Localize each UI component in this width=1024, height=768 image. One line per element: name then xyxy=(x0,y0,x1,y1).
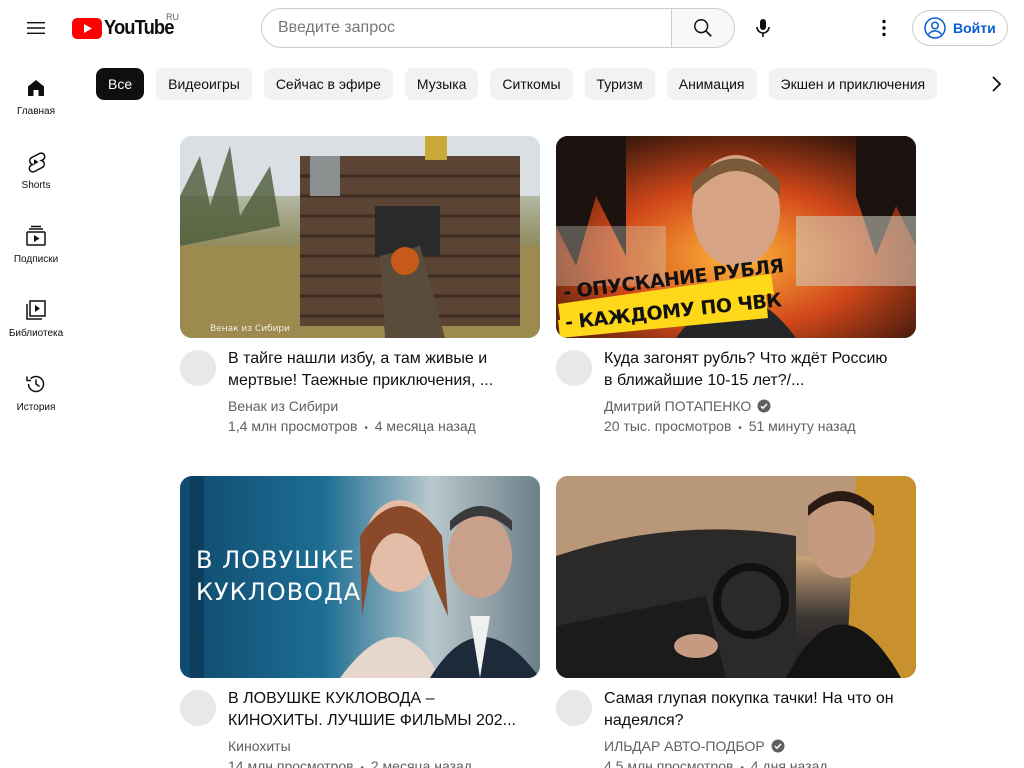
channel-name[interactable]: ИЛЬДАР АВТО-ПОДБОР xyxy=(604,738,785,754)
channel-name-text: Кинохиты xyxy=(228,738,291,754)
sidebar-item-label: Подписки xyxy=(13,254,59,265)
sidebar-item-label: Shorts xyxy=(21,180,51,191)
verified-badge-icon xyxy=(757,399,771,413)
sidebar-item-shorts[interactable]: Shorts xyxy=(0,130,72,204)
chips-next-button[interactable] xyxy=(976,64,1016,104)
video-title[interactable]: Куда загонят рубль? Что ждёт Россию в бл… xyxy=(604,348,896,392)
upload-age: 4 месяца назад xyxy=(374,418,476,434)
view-count: 4,5 млн просмотров xyxy=(604,758,734,768)
chip-action-adventure[interactable]: Экшен и приключения xyxy=(768,68,938,100)
account-icon xyxy=(924,17,946,39)
sidebar-item-home[interactable]: Главная xyxy=(0,56,72,130)
search-icon xyxy=(694,19,712,37)
chip-all[interactable]: Все xyxy=(96,68,145,100)
youtube-logo[interactable]: YouTube RU xyxy=(72,12,180,41)
channel-avatar[interactable] xyxy=(556,690,592,726)
sign-in-button[interactable]: Войти xyxy=(912,10,1008,46)
video-card[interactable]: В ЛОВУШКЕ КУКЛОВОДА В ЛОВУШКЕ КУКЛОВОДА … xyxy=(180,476,540,768)
shorts-icon xyxy=(28,152,46,173)
thumbnail-headline-1: В ЛОВУШКЕ xyxy=(196,546,355,574)
sidebar-item-label: Библиотека xyxy=(8,328,64,339)
video-title[interactable]: Самая глупая покупка тачки! На что он на… xyxy=(604,688,896,732)
channel-name-text: ИЛЬДАР АВТО-ПОДБОР xyxy=(604,738,765,754)
subscriptions-icon xyxy=(26,225,46,246)
video-thumbnail[interactable]: - ОПУСКАНИЕ РУБЛЯ - КАЖДОМУ ПО ЧВК xyxy=(556,136,916,338)
video-meta: 14 млн просмотров • 2 месяца назад xyxy=(228,758,472,768)
video-card[interactable]: Венак из Сибири В тайге нашли избу, а та… xyxy=(180,136,540,434)
meta-separator: • xyxy=(360,763,364,768)
sign-in-label: Войти xyxy=(953,20,996,36)
mini-guide: Главная Shorts Подписки Библиотека Истор… xyxy=(0,56,72,426)
channel-avatar[interactable] xyxy=(180,350,216,386)
view-count: 20 тыс. просмотров xyxy=(604,418,732,434)
channel-name-text: Дмитрий ПОТАПЕНКО xyxy=(604,398,752,414)
home-icon xyxy=(28,80,44,96)
meta-separator: • xyxy=(740,763,744,768)
chip-animation[interactable]: Анимация xyxy=(666,68,757,100)
video-card[interactable]: - ОПУСКАНИЕ РУБЛЯ - КАЖДОМУ ПО ЧВК Куда … xyxy=(556,136,916,434)
chip-music[interactable]: Музыка xyxy=(404,68,479,100)
chips-fade-overlay xyxy=(930,68,976,100)
settings-more-button[interactable] xyxy=(864,8,904,48)
meta-separator: • xyxy=(364,423,368,434)
thumbnail-headline-2: КУКЛОВОДА xyxy=(196,578,362,606)
view-count: 1,4 млн просмотров xyxy=(228,418,358,434)
upload-age: 4 дня назад xyxy=(750,758,828,768)
video-title[interactable]: В тайге нашли избу, а там живые и мертвы… xyxy=(228,348,520,392)
microphone-icon xyxy=(756,19,770,37)
thumbnail-watermark: Венак из Сибири xyxy=(210,324,290,334)
library-icon xyxy=(26,300,46,320)
guide-menu-button[interactable] xyxy=(16,8,56,48)
chip-videogames[interactable]: Видеоигры xyxy=(156,68,252,100)
sidebar-item-library[interactable]: Библиотека xyxy=(0,278,72,352)
voice-search-button[interactable] xyxy=(743,8,783,48)
sidebar-item-label: История xyxy=(16,402,56,413)
history-icon xyxy=(26,375,45,393)
region-code: RU xyxy=(166,12,179,22)
video-thumbnail[interactable] xyxy=(556,476,916,678)
sidebar-item-label: Главная xyxy=(16,106,56,117)
more-vertical-icon xyxy=(882,19,886,37)
video-meta: 20 тыс. просмотров • 51 минуту назад xyxy=(604,418,856,434)
chip-sitcoms[interactable]: Ситкомы xyxy=(490,68,573,100)
upload-age: 51 минуту назад xyxy=(748,418,856,434)
video-card[interactable]: Самая глупая покупка тачки! На что он на… xyxy=(556,476,916,768)
chevron-right-icon xyxy=(992,76,1002,92)
thumbnail-image xyxy=(556,476,916,678)
video-meta: 4,5 млн просмотров • 4 дня назад xyxy=(604,758,828,768)
channel-avatar[interactable] xyxy=(180,690,216,726)
video-thumbnail[interactable]: В ЛОВУШКЕ КУКЛОВОДА xyxy=(180,476,540,678)
category-chips: Все Видеоигры Сейчас в эфире Музыка Ситк… xyxy=(96,68,976,100)
meta-separator: • xyxy=(738,423,742,434)
thumbnail-image xyxy=(190,476,540,678)
youtube-play-icon xyxy=(72,17,102,39)
verified-badge-icon xyxy=(771,739,785,753)
video-title[interactable]: В ЛОВУШКЕ КУКЛОВОДА – КИНОХИТЫ. ЛУЧШИЕ Ф… xyxy=(228,688,520,732)
search-box xyxy=(261,8,672,48)
channel-avatar[interactable] xyxy=(556,350,592,386)
video-thumbnail[interactable]: Венак из Сибири xyxy=(180,136,540,338)
hamburger-icon xyxy=(27,22,45,34)
channel-name[interactable]: Кинохиты xyxy=(228,738,291,754)
top-bar: YouTube RU Войти xyxy=(0,0,1024,56)
logo-text: YouTube xyxy=(104,16,174,39)
view-count: 14 млн просмотров xyxy=(228,758,354,768)
channel-name[interactable]: Венак из Сибири xyxy=(228,398,338,414)
thumbnail-image xyxy=(180,136,540,338)
chip-tourism[interactable]: Туризм xyxy=(584,68,655,100)
sidebar-item-subscriptions[interactable]: Подписки xyxy=(0,204,72,278)
channel-name[interactable]: Дмитрий ПОТАПЕНКО xyxy=(604,398,771,414)
sidebar-item-history[interactable]: История xyxy=(0,352,72,426)
upload-age: 2 месяца назад xyxy=(370,758,472,768)
search-button[interactable] xyxy=(671,8,735,48)
chip-live[interactable]: Сейчас в эфире xyxy=(263,68,393,100)
video-meta: 1,4 млн просмотров • 4 месяца назад xyxy=(228,418,476,434)
channel-name-text: Венак из Сибири xyxy=(228,398,339,414)
search-input[interactable] xyxy=(278,19,658,37)
